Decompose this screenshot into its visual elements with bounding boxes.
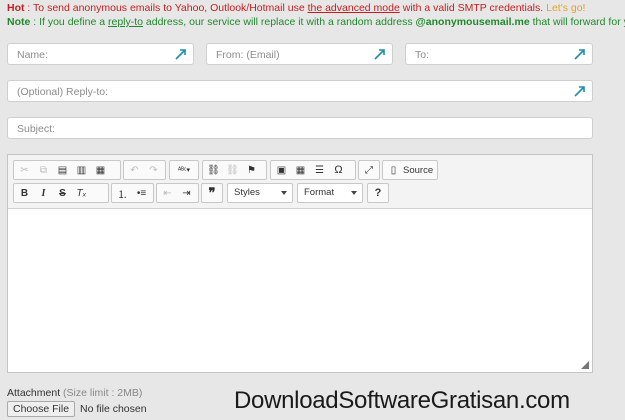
pin-icon[interactable] [373, 47, 387, 61]
clipboard-group: ✂ ⧉ ▤ ▥ ▦ [13, 160, 121, 180]
resize-handle-icon[interactable] [581, 361, 589, 369]
from-placeholder: From: (Email) [216, 49, 280, 61]
format-label: Format [304, 187, 335, 198]
image-icon[interactable]: ▣ [272, 162, 291, 178]
insert-group: ▣ ▦ ☰ Ω [270, 160, 356, 180]
italic-icon[interactable]: I [34, 185, 53, 201]
spellcheck-icon[interactable]: ᴬᴮᶜ▾ [171, 162, 197, 178]
maximize-group: ⤢ [358, 160, 380, 180]
note-text-1: : If you define a [30, 16, 108, 28]
styles-label: Styles [234, 187, 260, 198]
subject-field[interactable]: Subject: [7, 117, 593, 139]
chevron-down-icon [351, 191, 357, 195]
indent-group: ⇤ ⇥ [156, 183, 199, 203]
list-group: ⒈ •≡ [111, 183, 154, 203]
copy-icon[interactable]: ⧉ [34, 162, 53, 178]
source-icon[interactable]: ▯ [384, 162, 403, 178]
no-file-text: No file chosen [80, 403, 147, 415]
reply-to-field[interactable]: (Optional) Reply-to: [7, 80, 593, 102]
attachment-label: Attachment (Size limit : 2MB) [7, 387, 142, 399]
undo-icon[interactable]: ↶ [125, 162, 144, 178]
file-input: Choose File No file chosen [7, 401, 147, 417]
numbered-list-icon[interactable]: ⒈ [113, 185, 132, 201]
indent-icon[interactable]: ⇥ [177, 185, 196, 201]
name-placeholder: Name: [17, 49, 48, 61]
redo-icon[interactable]: ↷ [144, 162, 163, 178]
link-icon[interactable]: ⛓ [204, 162, 223, 178]
help-group: ? [367, 183, 389, 203]
anonymous-email-domain: @anonymousemail.me [415, 16, 530, 28]
editor-content-area[interactable] [8, 209, 592, 372]
attachment-title: Attachment [7, 387, 61, 399]
styles-dropdown[interactable]: Styles [227, 183, 293, 203]
to-placeholder: To: [415, 49, 430, 61]
note-notice: Note : If you define a reply-to address,… [7, 16, 625, 28]
quote-group: ❞ [201, 183, 223, 203]
cut-icon[interactable]: ✂ [15, 162, 34, 178]
link-group: ⛓ ⛓ ⚑ [202, 160, 267, 180]
spellcheck-group: ᴬᴮᶜ▾ [169, 160, 199, 180]
hot-notice: Hot : To send anonymous emails to Yahoo,… [7, 2, 585, 14]
paste-icon[interactable]: ▤ [53, 162, 72, 178]
anchor-flag-icon[interactable]: ⚑ [242, 162, 261, 178]
source-button-label[interactable]: Source [403, 165, 433, 176]
blockquote-icon[interactable]: ❞ [203, 185, 221, 201]
paste-word-icon[interactable]: ▦ [91, 162, 110, 178]
undo-group: ↶ ↷ [123, 160, 166, 180]
note-label: Note [7, 16, 31, 28]
hot-label: Hot [7, 2, 25, 14]
pin-icon[interactable] [573, 84, 587, 98]
remove-format-icon[interactable]: Tₓ [72, 185, 91, 201]
basic-styles-group: B I S Tₓ [13, 183, 109, 203]
pin-icon[interactable] [573, 47, 587, 61]
outdent-icon[interactable]: ⇤ [158, 185, 177, 201]
special-char-icon[interactable]: Ω [329, 162, 348, 178]
paste-text-icon[interactable]: ▥ [72, 162, 91, 178]
to-field[interactable]: To: [405, 43, 593, 65]
note-text-2: address, our service will replace it wit… [143, 16, 416, 28]
reply-to-link[interactable]: reply-to [108, 16, 143, 28]
maximize-icon[interactable]: ⤢ [360, 162, 378, 178]
hot-text-2: with a valid SMTP credentials. [399, 2, 547, 14]
watermark-text: DownloadSoftwareGratisan.com [234, 387, 570, 414]
reply-to-placeholder: (Optional) Reply-to: [17, 86, 109, 98]
chevron-down-icon [281, 191, 287, 195]
pin-icon[interactable] [174, 47, 188, 61]
editor-toolbar: ✂ ⧉ ▤ ▥ ▦ ↶ ↷ ᴬᴮᶜ▾ ⛓ ⛓ ⚑ ▣ ▦ ☰ Ω ⤢ ▯ Sou… [8, 155, 592, 209]
subject-placeholder: Subject: [17, 123, 55, 135]
help-button[interactable]: ? [375, 187, 382, 199]
advanced-mode-link[interactable]: the advanced mode [308, 2, 400, 14]
horizontal-line-icon[interactable]: ☰ [310, 162, 329, 178]
bulleted-list-icon[interactable]: •≡ [132, 185, 151, 201]
format-dropdown[interactable]: Format [297, 183, 363, 203]
hot-text-1: : To send anonymous emails to Yahoo, Out… [24, 2, 308, 14]
from-email-field[interactable]: From: (Email) [206, 43, 393, 65]
note-text-3: that will forward for yo [529, 16, 625, 28]
strike-icon[interactable]: S [53, 185, 72, 201]
unlink-icon[interactable]: ⛓ [223, 162, 242, 178]
bold-icon[interactable]: B [15, 185, 34, 201]
attachment-size-limit: (Size limit : 2MB) [63, 387, 143, 399]
choose-file-button[interactable]: Choose File [7, 401, 76, 417]
rich-text-editor: ✂ ⧉ ▤ ▥ ▦ ↶ ↷ ᴬᴮᶜ▾ ⛓ ⛓ ⚑ ▣ ▦ ☰ Ω ⤢ ▯ Sou… [7, 154, 593, 373]
table-icon[interactable]: ▦ [291, 162, 310, 178]
name-field[interactable]: Name: [7, 43, 194, 65]
lets-go-link[interactable]: Let's go! [546, 2, 585, 14]
source-group: ▯ Source [382, 160, 438, 180]
